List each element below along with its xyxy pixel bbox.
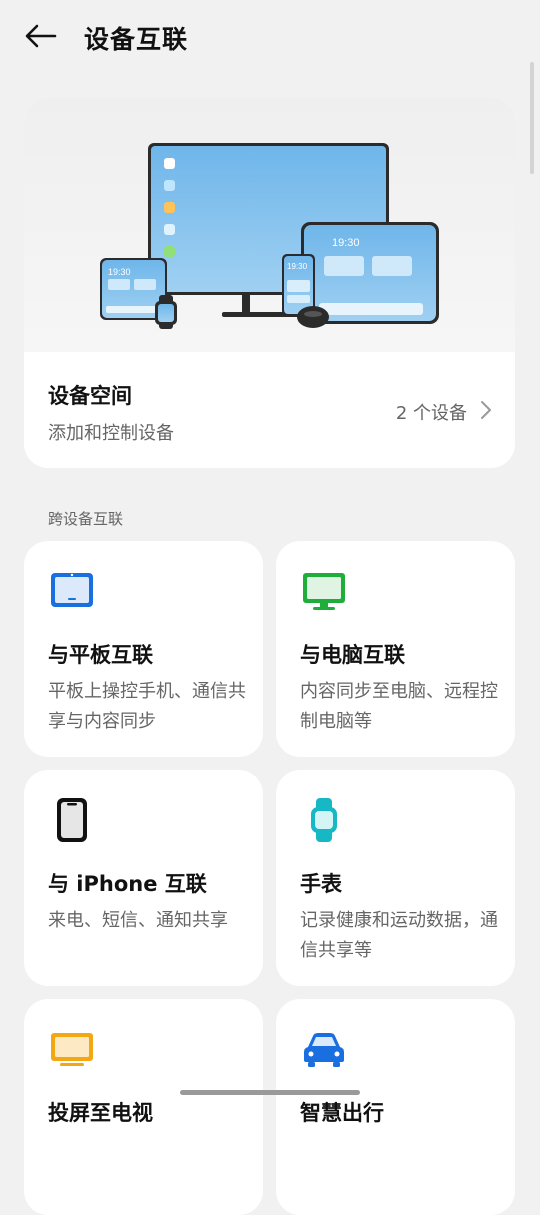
tv-icon (51, 1033, 93, 1066)
tile-description: 内容同步至电脑、远程控制电脑等 (300, 681, 498, 732)
header: 设备互联 (0, 0, 540, 74)
tile-description: 来电、短信、通知共享 (48, 910, 228, 931)
phone-time: 19:30 (287, 262, 308, 271)
tile-tv[interactable]: 投屏至电视 (24, 999, 263, 1215)
car-icon (304, 1033, 344, 1067)
section-label: 跨设备互联 (48, 510, 124, 528)
tile-iphone[interactable]: 与 iPhone 互联 来电、短信、通知共享 (24, 770, 263, 986)
arrow-left-icon (25, 24, 57, 48)
scrollbar[interactable] (530, 62, 534, 174)
back-button[interactable] (22, 18, 62, 56)
device-space-card[interactable]: 19:30 19:30 19:30 设备空间 添加和控制设备 2 个设备 (24, 98, 515, 468)
tablet-time: 19:30 (332, 237, 360, 249)
tablet-icon (51, 573, 93, 607)
tile-title: 与平板互联 (48, 643, 153, 667)
watch-icon (311, 798, 337, 842)
tile-title: 与 iPhone 互联 (48, 872, 207, 896)
monitor-icon (303, 573, 345, 610)
tile-title: 与电脑互联 (300, 643, 405, 667)
device-count: 2 个设备 (395, 403, 467, 424)
tile-car[interactable]: 智慧出行 (276, 999, 515, 1215)
iphone-icon (57, 798, 87, 842)
tile-computer[interactable]: 与电脑互联 内容同步至电脑、远程控制电脑等 (276, 541, 515, 757)
devices-illustration: 19:30 19:30 19:30 (24, 98, 515, 352)
home-indicator[interactable] (180, 1090, 360, 1095)
tile-title: 手表 (300, 872, 342, 896)
device-space-title: 设备空间 (48, 384, 132, 408)
chevron-right-icon (481, 401, 491, 419)
device-space-subtitle: 添加和控制设备 (48, 423, 174, 444)
tile-title: 智慧出行 (300, 1101, 384, 1125)
tile-title: 投屏至电视 (48, 1101, 153, 1125)
small-tablet-time: 19:30 (108, 267, 131, 277)
page-title: 设备互联 (84, 25, 189, 54)
tile-description: 记录健康和运动数据，通信共享等 (300, 910, 498, 961)
tile-tablet[interactable]: 与平板互联 平板上操控手机、通信共享与内容同步 (24, 541, 263, 757)
tile-watch[interactable]: 手表 记录健康和运动数据，通信共享等 (276, 770, 515, 986)
tile-description: 平板上操控手机、通信共享与内容同步 (48, 681, 246, 732)
